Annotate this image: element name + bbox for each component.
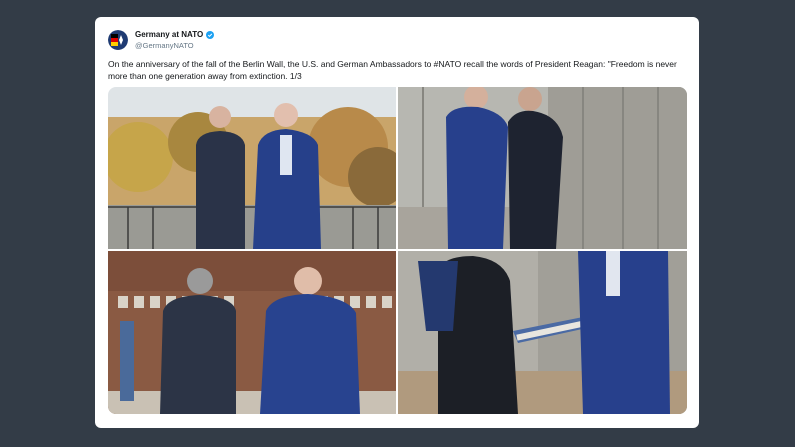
photo-folder-exchange[interactable] — [398, 251, 687, 414]
media-grid — [108, 87, 687, 414]
display-name[interactable]: Germany at NATO — [135, 30, 203, 40]
avatar[interactable] — [108, 30, 128, 50]
photo-memorial-wall[interactable] — [108, 251, 396, 414]
tweet-card: Germany at NATO @GermanyNATO On the anni… — [95, 17, 699, 428]
display-name-row[interactable]: Germany at NATO — [135, 30, 215, 40]
photo-berlin-wall-segment[interactable] — [398, 87, 687, 249]
verified-badge-icon — [206, 31, 215, 39]
photo-ambassadors-terrace[interactable] — [108, 87, 396, 249]
tweet-text: On the anniversary of the fall of the Be… — [108, 59, 677, 81]
handle[interactable]: @GermanyNATO — [135, 40, 214, 51]
nato-germany-logo-icon — [108, 30, 128, 50]
